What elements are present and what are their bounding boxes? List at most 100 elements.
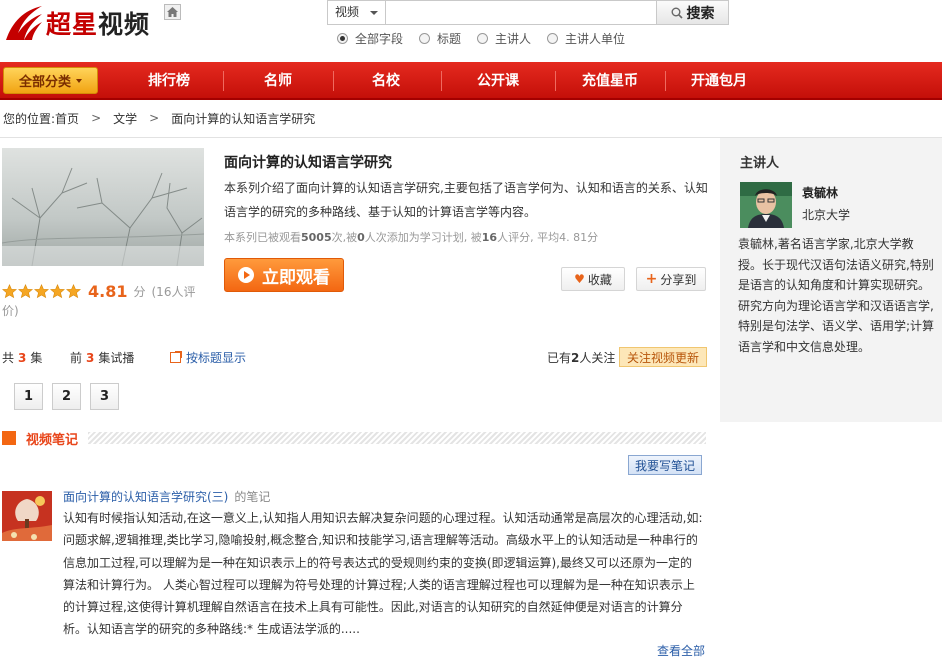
watch-now-button[interactable]: 立即观看: [224, 258, 344, 292]
notes-section-header: 视频笔记: [2, 430, 706, 448]
episode-total: 共3集: [2, 349, 42, 366]
course-rating: 4.81 分 (16人评: [2, 282, 195, 301]
breadcrumb-literature[interactable]: 文学: [113, 110, 137, 127]
episode-button-2[interactable]: 2: [52, 383, 81, 410]
display-by-title-link[interactable]: 按标题显示: [170, 349, 246, 366]
text: 人关注: [579, 351, 616, 365]
play-icon: [238, 267, 254, 283]
chevron-down-icon: [76, 78, 82, 83]
nav-item-monthly[interactable]: 开通包月: [670, 62, 768, 100]
write-note-button[interactable]: 我要写笔记: [628, 455, 702, 475]
star-icon: [50, 284, 65, 299]
note-user-avatar[interactable]: [2, 491, 52, 541]
main-nav: 全部分类 排行榜 名师 名校 公开课 充值星币 开通包月: [0, 62, 942, 100]
lecturer-photo: [740, 182, 792, 228]
lecturer-sidebar: 主讲人 袁毓林 北京大学 袁毓林,著名语言学家,北京大学教授。长于现代汉语句法语…: [720, 138, 942, 422]
home-icon[interactable]: [164, 4, 181, 20]
nav-item-open-courses[interactable]: 公开课: [446, 62, 550, 100]
course-thumbnail[interactable]: [2, 148, 204, 266]
site-logo[interactable]: 超星视频: [2, 0, 160, 46]
winter-tree-image: [2, 148, 204, 266]
course-stats: 本系列已被观看5005次,被0人次添加为学习计划, 被16人评分, 平均4. 8…: [224, 229, 598, 245]
all-categories-button[interactable]: 全部分类: [3, 67, 98, 94]
star-icon: [2, 284, 17, 299]
search-button-label: 搜索: [686, 4, 715, 21]
stats-plans: 0: [357, 231, 365, 244]
search-scope-select[interactable]: 视频: [328, 1, 386, 24]
nav-item-schools[interactable]: 名校: [338, 62, 434, 100]
nav-item-ranking[interactable]: 排行榜: [120, 62, 218, 100]
radio-lecturer[interactable]: 主讲人: [477, 30, 531, 46]
nav-divider: [223, 71, 224, 91]
view-all-link[interactable]: 查看全部: [657, 642, 705, 659]
stats-raters: 16: [481, 231, 498, 244]
radio-label: 主讲人: [495, 31, 532, 46]
section-marker-icon: [2, 431, 16, 445]
radio-label: 全部字段: [355, 31, 404, 46]
lecturer-heading: 主讲人: [740, 156, 780, 171]
nav-divider: [555, 71, 556, 91]
chevron-right-icon: >: [91, 111, 102, 125]
search-button[interactable]: 搜索: [656, 1, 728, 24]
text: 前: [70, 351, 83, 365]
nav-divider: [665, 71, 666, 91]
radio-label: 标题: [437, 31, 462, 46]
search-input[interactable]: [386, 1, 656, 24]
note-heading: 面向计算的认知语言学研究(三) 的笔记: [63, 488, 270, 505]
rating-unit: 分: [133, 285, 146, 299]
radio-lecturer-org[interactable]: 主讲人单位: [547, 30, 625, 46]
heart-icon: ♥: [574, 272, 585, 286]
external-link-icon: [170, 351, 182, 363]
rating-count-end: 价): [2, 304, 19, 318]
rating-count: (16人评: [151, 285, 196, 299]
breadcrumb-prefix: 您的位置:: [3, 111, 56, 126]
logo-text-dark: 视频: [98, 10, 151, 39]
plus-icon: +: [645, 271, 658, 287]
lecturer-name[interactable]: 袁毓林: [802, 184, 838, 201]
note-suffix: 的笔记: [234, 490, 271, 504]
rating-stars: [2, 284, 81, 299]
text: 集试播: [98, 351, 135, 365]
episode-button-3[interactable]: 3: [90, 383, 119, 410]
search-box: 视频 搜索: [327, 0, 729, 25]
logo-text-red: 超星: [46, 10, 99, 39]
chevron-right-icon: >: [149, 111, 160, 125]
nav-item-recharge[interactable]: 充值星币: [560, 62, 660, 100]
text: 集: [30, 351, 43, 365]
share-label: 分享到: [660, 272, 697, 287]
follow-updates-button[interactable]: 关注视频更新: [619, 347, 707, 367]
breadcrumb-home[interactable]: 首页: [55, 110, 79, 127]
radio-dot: [337, 32, 348, 44]
episode-button-1[interactable]: 1: [14, 383, 43, 410]
radio-title[interactable]: 标题: [419, 30, 461, 46]
favorite-label: 收藏: [587, 272, 612, 287]
episode-info: 共3集 前 3 集试播 按标题显示 已有2人关注 关注视频更新: [2, 347, 708, 367]
note-video-link[interactable]: 面向计算的认知语言学研究(三): [63, 490, 228, 504]
course-description: 本系列介绍了面向计算的认知语言学研究,主要包括了语言学何为、认知和语言的关系、认…: [224, 181, 708, 219]
chevron-down-icon: [370, 11, 378, 15]
all-categories-label: 全部分类: [18, 75, 71, 90]
display-by-title-label: 按标题显示: [186, 351, 247, 365]
radio-all-fields[interactable]: 全部字段: [337, 30, 403, 46]
episode-count: 3: [18, 351, 27, 365]
text: 共: [2, 351, 15, 365]
stats-views: 5005: [301, 231, 332, 244]
nav-item-teachers[interactable]: 名师: [228, 62, 328, 100]
radio-dot: [477, 32, 489, 44]
breadcrumb: 您的位置: 首页 > 文学 > 面向计算的认知语言学研究: [3, 110, 315, 126]
share-button[interactable]: + 分享到: [636, 267, 706, 291]
search-icon: [671, 7, 683, 19]
rating-value: 4.81: [88, 282, 128, 301]
favorite-button[interactable]: ♥ 收藏: [561, 267, 625, 291]
star-icon: [18, 284, 33, 299]
nav-divider: [441, 71, 442, 91]
header: 超星视频 视频 搜索 全部字段 标题 主讲人 主讲人单位: [0, 0, 942, 62]
follow-count: 已有2人关注: [547, 349, 615, 366]
lecturer-avatar[interactable]: [740, 182, 792, 228]
watch-now-label: 立即观看: [262, 267, 330, 288]
radio-dot: [419, 32, 431, 44]
episode-list: 1 2 3: [14, 383, 119, 410]
nav-divider: [333, 71, 334, 91]
radio-label: 主讲人单位: [565, 31, 626, 46]
breadcrumb-current: 面向计算的认知语言学研究: [171, 111, 316, 126]
